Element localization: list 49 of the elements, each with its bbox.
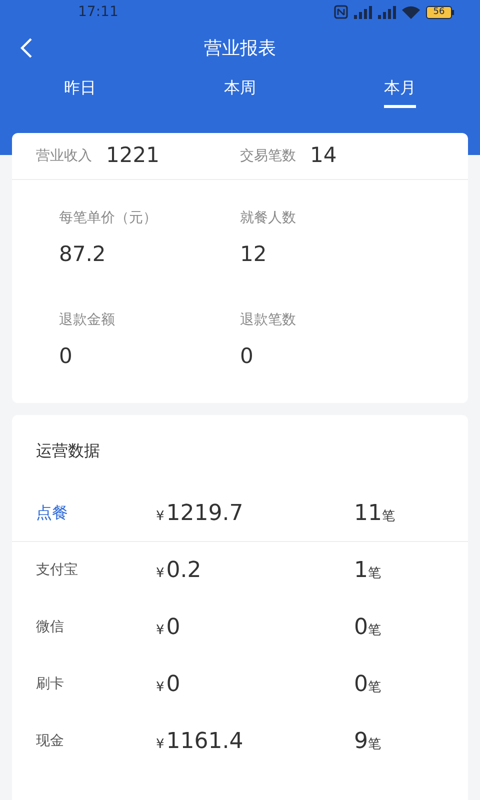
signal-icon [354, 6, 372, 18]
period-tab[interactable]: 本周 [160, 72, 320, 122]
period-tab[interactable]: 昨日 [0, 72, 160, 122]
count-value: 11 [354, 500, 382, 528]
signal-icon [378, 6, 396, 18]
row-label: 点餐 [36, 502, 69, 524]
amount-value: 1219.7 [166, 500, 244, 528]
currency-sign: ¥ [156, 565, 164, 583]
amount-value: 0 [166, 614, 180, 642]
unit-label: 笔 [382, 508, 395, 526]
currency-sign: ¥ [156, 736, 164, 754]
currency-sign: ¥ [156, 679, 164, 697]
row-label: 刷卡 [36, 675, 65, 694]
amount-value: 0.2 [166, 557, 202, 585]
stat-label: 退款笔数 [240, 311, 297, 330]
stat-label: 每笔单价（元） [59, 209, 158, 228]
summary-label: 交易笔数 [240, 146, 296, 166]
amount-value: 1161.4 [166, 728, 244, 756]
amount-value: 0 [166, 671, 180, 699]
battery-level: 56 [433, 6, 445, 18]
status-time: 17:11 [78, 2, 118, 22]
unit-label: 笔 [368, 679, 381, 697]
summary-value: 14 [310, 142, 337, 170]
stat-value: 0 [59, 343, 74, 370]
summary-label: 营业收入 [36, 146, 92, 166]
nfc-icon [334, 5, 348, 19]
stat-label: 就餐人数 [240, 209, 297, 228]
currency-sign: ¥ [156, 508, 164, 526]
stat-label: 退款金额 [59, 311, 116, 330]
count-value: 9 [354, 728, 368, 756]
summary-value: 1221 [106, 142, 160, 170]
section-title: 运营数据 [36, 440, 100, 462]
unit-label: 笔 [368, 736, 381, 754]
row-label: 支付宝 [36, 561, 79, 580]
count-value: 0 [354, 614, 368, 642]
unit-label: 笔 [368, 565, 381, 583]
period-tab[interactable]: 本月 [320, 72, 480, 122]
back-icon [19, 37, 33, 59]
row-label: 微信 [36, 618, 65, 637]
wifi-icon [402, 6, 420, 18]
stat-value: 0 [240, 343, 254, 370]
currency-sign: ¥ [156, 622, 164, 640]
unit-label: 笔 [368, 622, 381, 640]
row-label: 现金 [36, 732, 65, 751]
stat-value: 12 [240, 241, 268, 268]
stat-value: 87.2 [59, 241, 107, 268]
count-value: 0 [354, 671, 368, 699]
page-title: 营业报表 [204, 36, 276, 60]
count-value: 1 [354, 557, 368, 585]
